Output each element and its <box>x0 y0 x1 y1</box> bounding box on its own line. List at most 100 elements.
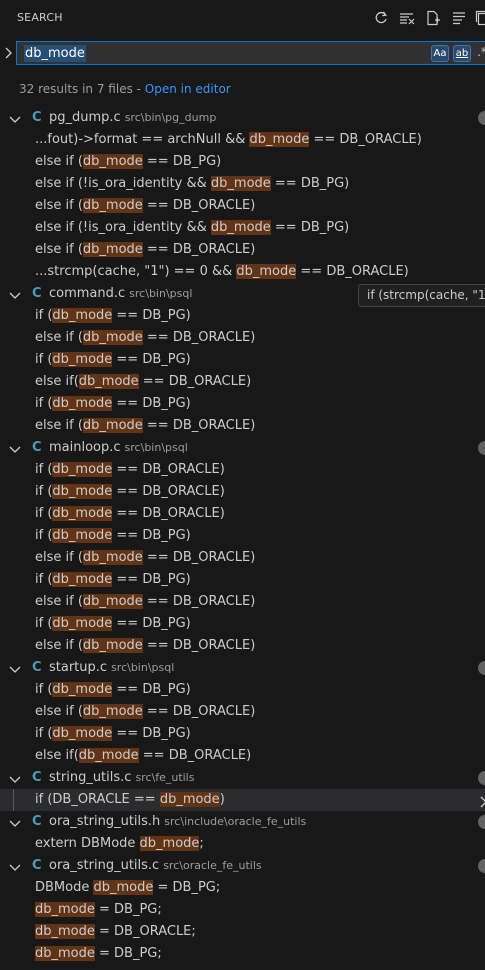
search-query-text[interactable]: db_mode <box>24 45 86 62</box>
match-case-toggle[interactable]: Aa <box>431 45 449 62</box>
match-highlight: db_mode <box>35 924 95 939</box>
match-row[interactable]: else if (!is_ora_identity && db_mode == … <box>0 217 485 239</box>
clear-results-icon[interactable] <box>399 10 415 26</box>
file-group-header[interactable]: Cora_string_utils.h src\include\oracle_fe… <box>0 811 485 833</box>
file-path: src\bin\psql <box>111 661 175 674</box>
match-highlight: db_mode <box>82 330 143 345</box>
match-row[interactable]: if (db_mode == DB_ORACLE) <box>0 459 485 481</box>
match-row[interactable]: extern DBMode db_mode; <box>0 833 485 855</box>
chevron-down-icon[interactable] <box>8 112 22 124</box>
match-line-text: ...strcmp(cache, "1") == 0 && db_mode ==… <box>35 264 409 279</box>
match-count-badge <box>478 441 485 455</box>
chevron-down-icon[interactable] <box>8 816 22 828</box>
match-line-text: else if(db_mode == DB_ORACLE) <box>35 748 252 763</box>
match-line-text: else if (db_mode == DB_PG) <box>35 154 222 169</box>
match-row[interactable]: else if (db_mode == DB_PG) <box>0 151 485 173</box>
refresh-icon[interactable] <box>373 10 389 26</box>
chevron-down-icon[interactable] <box>8 662 22 674</box>
match-highlight: db_mode <box>82 242 143 257</box>
match-line-text: else if (db_mode == DB_ORACLE) <box>35 330 256 345</box>
match-row[interactable]: if (db_mode == DB_PG) <box>0 569 485 591</box>
match-highlight: db_mode <box>52 682 113 697</box>
match-line-text: db_mode = DB_ORACLE; <box>35 924 196 939</box>
file-group-header[interactable]: Cmainloop.c src\bin\psql <box>0 437 485 459</box>
match-highlight: db_mode <box>93 880 154 895</box>
match-line-text: else if (!is_ora_identity && db_mode == … <box>35 220 350 235</box>
match-row[interactable]: else if(db_mode == DB_ORACLE) <box>0 371 485 393</box>
match-line-text: else if (db_mode == DB_ORACLE) <box>35 418 256 433</box>
match-row[interactable]: else if (db_mode == DB_ORACLE) <box>0 547 485 569</box>
chevron-down-icon[interactable] <box>8 288 22 300</box>
match-highlight: db_mode <box>236 264 297 279</box>
match-line-text: else if (!is_ora_identity && db_mode == … <box>35 176 350 191</box>
match-row[interactable]: else if (db_mode == DB_ORACLE) <box>0 591 485 613</box>
match-row[interactable]: if (db_mode == DB_PG) <box>0 393 485 415</box>
match-row[interactable]: db_mode = DB_PG; <box>0 943 485 965</box>
match-count-badge <box>478 111 485 125</box>
file-path: src\bin\psql <box>129 287 193 300</box>
match-row[interactable]: db_mode = DB_PG; <box>0 899 485 921</box>
c-file-icon: C <box>32 660 42 675</box>
file-group-header[interactable]: Cora_string_utils.c src\oracle_fe_utils <box>0 855 485 877</box>
match-row[interactable]: if (db_mode == DB_ORACLE) <box>0 481 485 503</box>
match-row[interactable]: if (db_mode == DB_PG) <box>0 305 485 327</box>
match-row[interactable]: else if (db_mode == DB_ORACLE) <box>0 327 485 349</box>
match-highlight: db_mode <box>82 704 143 719</box>
new-search-editor-icon[interactable] <box>425 10 441 26</box>
match-row[interactable]: ...strcmp(cache, "1") == 0 && db_mode ==… <box>0 261 485 283</box>
match-row[interactable]: else if (db_mode == DB_ORACLE) <box>0 195 485 217</box>
match-count-badge <box>478 859 485 873</box>
c-file-icon: C <box>32 286 42 301</box>
match-highlight: db_mode <box>82 594 143 609</box>
file-name: ora_string_utils.h src\include\oracle_fe_… <box>49 814 307 829</box>
match-row[interactable]: if (DB_ORACLE == db_mode) <box>0 789 485 811</box>
match-line-text: extern DBMode db_mode; <box>35 836 204 851</box>
match-line-text: else if(db_mode == DB_ORACLE) <box>35 374 252 389</box>
match-row[interactable]: else if (db_mode == DB_ORACLE) <box>0 239 485 261</box>
file-group-header[interactable]: Cstartup.c src\bin\psql <box>0 657 485 679</box>
match-line-text: if (db_mode == DB_PG) <box>35 572 191 587</box>
chevron-right-icon[interactable] <box>479 794 485 808</box>
match-highlight: db_mode <box>52 396 113 411</box>
match-line-text: if (DB_ORACLE == db_mode) <box>35 792 225 807</box>
match-highlight: db_mode <box>52 308 113 323</box>
search-input[interactable]: db_mode Aa ab .* <box>16 41 485 65</box>
match-highlight: db_mode <box>52 352 113 367</box>
chevron-down-icon[interactable] <box>8 772 22 784</box>
match-row[interactable]: else if (db_mode == DB_ORACLE) <box>0 701 485 723</box>
match-highlight: db_mode <box>52 572 113 587</box>
collapse-all-icon[interactable] <box>475 10 485 26</box>
match-line-text: if (db_mode == DB_ORACLE) <box>35 506 225 521</box>
chevron-down-icon[interactable] <box>8 442 22 454</box>
match-row[interactable]: DBMode db_mode = DB_PG; <box>0 877 485 899</box>
match-row[interactable]: else if(db_mode == DB_ORACLE) <box>0 745 485 767</box>
match-line-text: if (db_mode == DB_PG) <box>35 528 191 543</box>
match-row[interactable]: if (db_mode == DB_ORACLE) <box>0 503 485 525</box>
match-row[interactable]: ...fout)->format == archNull && db_mode … <box>0 129 485 151</box>
match-row[interactable]: db_mode = DB_ORACLE; <box>0 921 485 943</box>
match-row[interactable]: if (db_mode == DB_PG) <box>0 349 485 371</box>
match-row[interactable]: else if (db_mode == DB_ORACLE) <box>0 415 485 437</box>
match-highlight: db_mode <box>52 616 113 631</box>
chevron-down-icon[interactable] <box>8 860 22 872</box>
use-regex-toggle[interactable]: .* <box>473 45 485 62</box>
c-file-icon: C <box>32 770 42 785</box>
file-group-header[interactable]: Cstring_utils.c src\fe_utils <box>0 767 485 789</box>
c-file-icon: C <box>32 858 42 873</box>
match-row[interactable]: if (db_mode == DB_PG) <box>0 679 485 701</box>
results-count: 32 results in 7 files - <box>19 82 145 96</box>
file-group-header[interactable]: Cpg_dump.c src\bin\pg_dump <box>0 107 485 129</box>
match-row[interactable]: if (db_mode == DB_PG) <box>0 613 485 635</box>
match-row[interactable]: if (db_mode == DB_PG) <box>0 723 485 745</box>
open-in-editor-link[interactable]: Open in editor <box>145 82 231 96</box>
match-row[interactable]: else if (db_mode == DB_ORACLE) <box>0 635 485 657</box>
match-row[interactable]: else if (!is_ora_identity && db_mode == … <box>0 173 485 195</box>
match-line-text: if (db_mode == DB_PG) <box>35 396 191 411</box>
match-line-text: else if (db_mode == DB_ORACLE) <box>35 198 256 213</box>
match-line-text: db_mode = DB_PG; <box>35 946 162 961</box>
toggle-replace-chevron-icon[interactable] <box>3 46 15 60</box>
match-row[interactable]: if (db_mode == DB_PG) <box>0 525 485 547</box>
match-whole-word-toggle[interactable]: ab <box>453 45 471 62</box>
view-as-tree-icon[interactable] <box>451 10 467 26</box>
match-line-text: ...fout)->format == archNull && db_mode … <box>35 132 422 147</box>
